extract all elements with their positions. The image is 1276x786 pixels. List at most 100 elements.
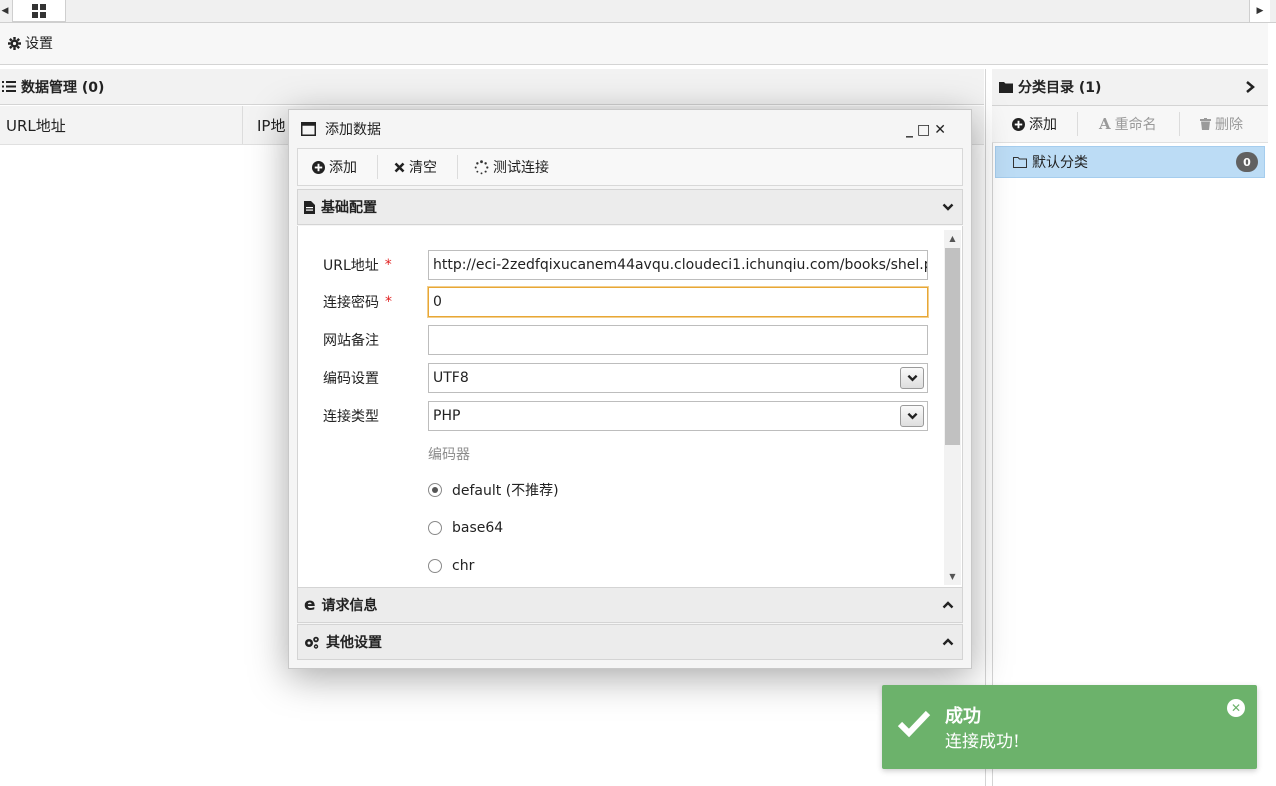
chevron-right-icon[interactable] [1246,69,1255,105]
tab-home[interactable] [12,0,66,22]
folder-icon [999,81,1013,93]
other-settings-header[interactable] [297,624,963,660]
encoder-option-base64[interactable]: base64 [428,514,503,542]
radio-button[interactable] [428,521,442,535]
scroll-down-icon[interactable]: ▼ [944,568,961,584]
basic-config-header[interactable] [297,189,963,225]
category-item-label-group[interactable]: 默认分类 [1013,146,1088,178]
request-info-title: 请求信息 [321,598,378,614]
encoder-option-label: base64 [452,520,504,536]
window-icon [301,122,316,136]
grid-icon [32,3,46,18]
toolbar-divider [377,155,378,179]
close-button[interactable]: ✕ [934,122,946,138]
radio-button[interactable] [428,559,442,573]
other-settings-title-group: 其他设置 [304,624,382,660]
dialog-clear-button[interactable]: 清空 [394,148,437,186]
category-delete-label: 删除 [1215,117,1243,133]
url-label: URL地址 [323,258,379,274]
category-panel-title-group: 分类目录 (1) [999,69,1101,105]
url-input[interactable]: http://eci-2zedfqixucanem44avqu.cloudeci… [428,250,928,280]
data-panel-title: 数据管理 (0) [21,79,105,96]
dialog-window-controls: _ □ ✕ [906,116,946,144]
note-input[interactable] [428,325,928,355]
dialog-title-group: 添加数据 [301,112,381,146]
settings-label: 设置 [25,36,53,52]
other-settings-title: 其他设置 [326,635,382,651]
encoder-option-label: default (不推荐) [452,483,559,499]
encoding-select-value: UTF8 [433,370,469,386]
category-add-button[interactable]: 添加 [1012,106,1057,142]
minimize-button[interactable]: _ [906,122,913,138]
chevron-up-icon[interactable] [942,587,954,623]
plus-circle-icon [312,160,325,174]
category-item-label: 默认分类 [1032,155,1088,171]
check-icon [897,708,931,738]
spinner-icon [474,159,489,175]
data-panel-header: 数据管理 (0) [0,69,984,105]
type-select[interactable] [428,401,928,431]
password-label: 连接密码 [323,295,379,311]
ie-icon: e [304,595,316,615]
request-info-header[interactable] [297,587,963,623]
close-circle-icon[interactable]: ✕ [1227,699,1245,717]
tab-scroll-right-icon[interactable]: ▶ [1249,0,1270,22]
dialog-add-button[interactable]: 添加 [312,148,357,186]
request-info-title-group: e 请求信息 [304,587,378,623]
scrollbar-thumb[interactable] [945,248,960,445]
test-connection-label: 测试连接 [493,160,549,176]
cogs-icon [304,636,320,649]
gear-icon [8,36,21,50]
required-marker: * [384,257,392,273]
category-rename-label: 重命名 [1114,117,1157,133]
type-select-value: PHP [433,408,461,424]
basic-config-title-group: 基础配置 [304,189,377,225]
chevron-down-icon[interactable] [900,405,924,427]
folder-open-icon [1013,156,1027,168]
toolbar-divider [1179,112,1180,136]
dialog-clear-label: 清空 [409,160,437,176]
toast-message: 连接成功! [945,731,1020,752]
toast-title: 成功 [945,706,981,727]
x-icon [394,162,405,173]
trash-icon [1200,118,1211,130]
toolbar-divider [1077,112,1078,136]
password-input[interactable]: 0 [428,287,928,317]
dialog-title: 添加数据 [325,122,381,138]
category-rename-button[interactable]: A 重命名 [1099,106,1157,142]
plus-circle-icon [1012,117,1025,131]
encoding-select[interactable] [428,363,928,393]
category-count-badge: 0 [1236,152,1258,172]
category-delete-button[interactable]: 删除 [1200,106,1243,142]
list-icon [2,81,16,92]
type-label: 连接类型 [323,409,379,425]
note-label: 网站备注 [323,333,379,349]
column-divider[interactable] [242,106,243,144]
basic-config-title: 基础配置 [321,200,377,216]
maximize-button[interactable]: □ [917,122,930,138]
chevron-up-icon[interactable] [942,624,954,660]
settings-button[interactable]: 设置 [8,33,53,53]
chevron-down-icon[interactable] [900,367,924,389]
column-header-ip[interactable]: IP地 [257,106,285,144]
radio-button[interactable] [428,483,442,497]
encoder-option-default[interactable]: default (不推荐) [428,476,559,504]
url-label-group: URL地址 * [323,250,392,280]
toolbar-divider [457,155,458,179]
tab-scroll-left-icon[interactable]: ◀ [0,0,10,22]
category-panel-title: 分类目录 (1) [1018,80,1102,96]
encoder-option-chr[interactable]: chr [428,552,474,580]
encoding-label: 编码设置 [323,371,379,387]
required-marker: * [385,294,392,310]
test-connection-button[interactable]: 测试连接 [474,148,549,186]
category-add-label: 添加 [1029,117,1057,133]
scroll-up-icon[interactable]: ▲ [944,230,961,246]
chevron-down-icon[interactable] [942,189,954,225]
font-icon: A [1099,115,1111,133]
encoder-option-label: chr [452,558,475,574]
tab-strip [0,0,1276,23]
column-header-url[interactable]: URL地址 [6,106,66,144]
password-label-group: 连接密码 * [323,287,392,317]
encoder-label: 编码器 [428,447,470,463]
settings-bar [0,23,1268,65]
